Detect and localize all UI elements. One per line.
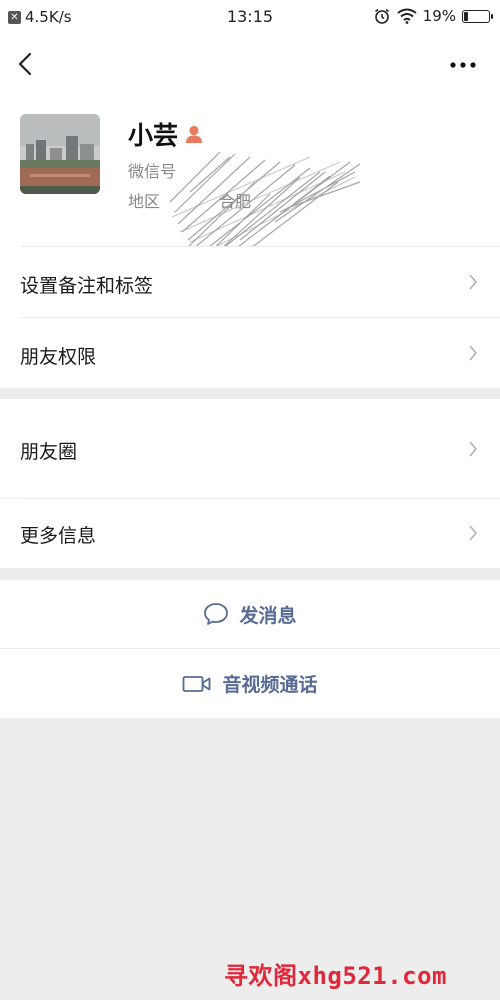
menu-item-moments[interactable]: 朋友圈: [0, 399, 500, 498]
menu-item-friend-permissions[interactable]: 朋友权限: [0, 318, 500, 387]
chevron-right-icon: [469, 441, 478, 457]
chevron-right-icon: [469, 274, 478, 290]
menu-item-label: 朋友圈: [20, 441, 78, 463]
menu-item-label: 朋友权限: [20, 346, 97, 368]
more-dots-icon[interactable]: [448, 60, 478, 70]
menu-item-label: 设置备注和标签: [20, 275, 154, 297]
wifi-icon: [397, 8, 417, 24]
battery-fill: [464, 11, 468, 21]
back-chevron-icon[interactable]: [14, 50, 38, 78]
send-message-label: 发消息: [239, 604, 297, 627]
status-bar: ✕ 4.5K/s 13:15 19%: [0, 0, 500, 36]
send-message-button[interactable]: 发消息: [0, 580, 500, 648]
status-right: 19%: [373, 7, 493, 25]
chat-bubble-icon: [204, 603, 229, 625]
alarm-icon: [374, 8, 389, 24]
battery-percent: 19%: [422, 7, 456, 25]
chevron-right-icon: [469, 525, 478, 541]
avatar[interactable]: [20, 114, 100, 194]
menu-item-more-info[interactable]: 更多信息: [0, 499, 500, 568]
battery-icon: [462, 9, 493, 23]
menu-item-remark-tags[interactable]: 设置备注和标签: [0, 247, 500, 317]
video-call-label: 音视频通话: [222, 674, 318, 696]
watermark-text: 寻欢阁xhg521.com: [224, 962, 447, 990]
video-camera-icon: [183, 675, 211, 692]
contact-profile-screen: ✕ 4.5K/s 13:15 19% 小芸 微信号 地区 合肥 设置备注和标签 …: [0, 0, 500, 1000]
video-call-button[interactable]: 音视频通话: [0, 649, 500, 718]
chevron-right-icon: [469, 345, 478, 361]
menu-item-label: 更多信息: [20, 525, 97, 547]
region-label: 地区: [128, 192, 161, 211]
